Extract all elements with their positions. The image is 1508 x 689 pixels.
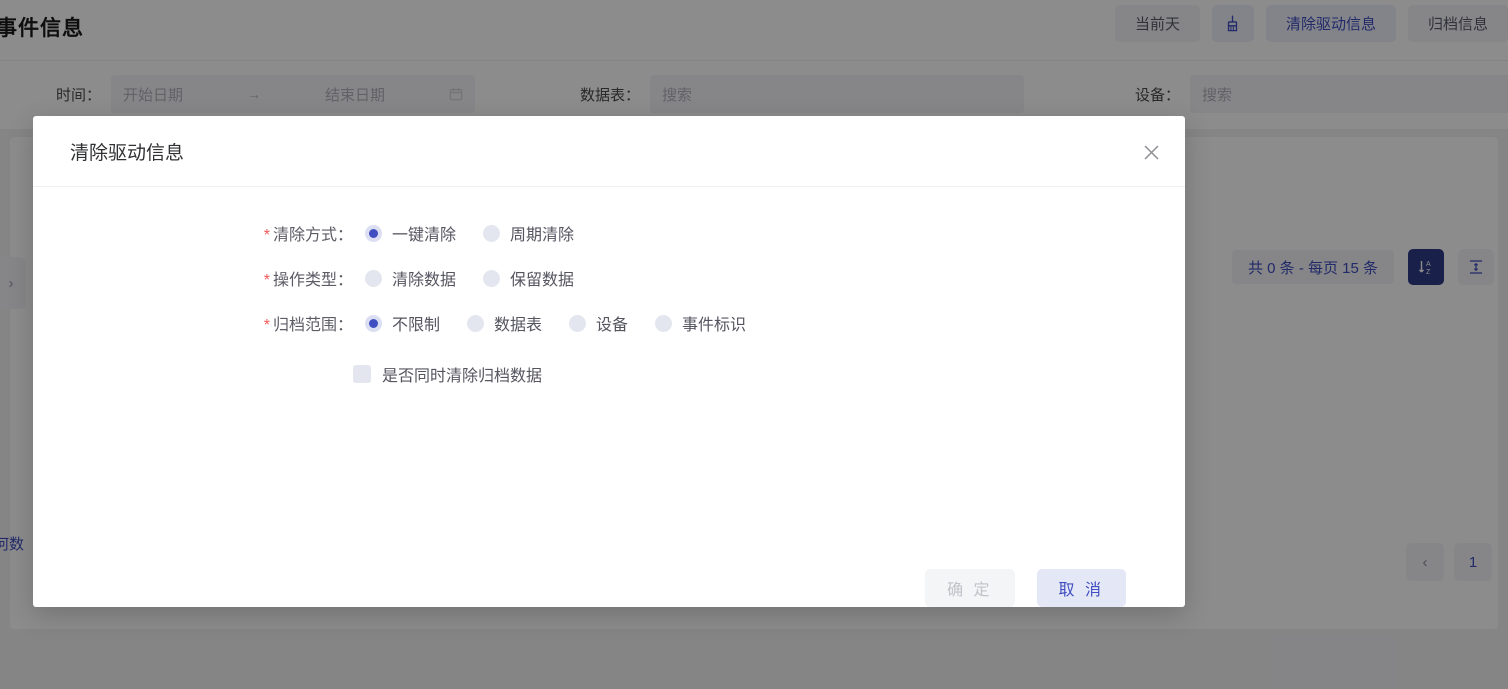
radio-dot-icon (655, 314, 673, 332)
label-operation-type: * 操作类型： (33, 266, 365, 290)
label-text: 操作类型： (272, 272, 353, 289)
radio-label: 保留数据 (510, 272, 575, 289)
radio-label: 清除数据 (392, 272, 457, 289)
radio-label: 一键清除 (392, 227, 457, 244)
radio-label: 周期清除 (510, 227, 575, 244)
form-row-archive-scope: * 归档范围： 不限制 数据表 设备 事件标识 (33, 311, 1185, 335)
label-clear-mode: * 清除方式： (33, 221, 365, 245)
dialog-footer: 确 定 取 消 (925, 569, 1126, 607)
form-row-operation-type: * 操作类型： 清除数据 保留数据 (33, 266, 1185, 290)
label-text: 归档范围： (272, 317, 353, 334)
radio-dot-icon (483, 269, 501, 287)
dialog-header: 清除驱动信息 (33, 116, 1185, 187)
radio-dot-icon (467, 314, 485, 332)
radio-archive-scope-1[interactable]: 数据表 (467, 311, 542, 335)
radio-dot-icon (365, 269, 382, 287)
cancel-button[interactable]: 取 消 (1036, 569, 1126, 607)
radio-label: 不限制 (392, 317, 441, 334)
radio-archive-scope-3[interactable]: 事件标识 (655, 311, 746, 335)
radio-dot-icon (365, 224, 382, 242)
radio-clear-mode-0[interactable]: 一键清除 (365, 221, 456, 245)
form-row-clear-archive-checkbox: 是否同时清除归档数据 (33, 362, 1185, 386)
radio-operation-type-1[interactable]: 保留数据 (483, 266, 574, 290)
form-row-clear-mode: * 清除方式： 一键清除 周期清除 (33, 221, 1185, 245)
close-icon[interactable] (1137, 138, 1165, 166)
close-x-icon (1143, 144, 1159, 160)
required-marker: * (263, 227, 270, 244)
clear-drive-info-dialog: 清除驱动信息 * 清除方式： 一键清除 周期清除 * 操作类型： 清除数据 保留… (33, 116, 1185, 607)
radio-dot-icon (365, 314, 382, 332)
radio-clear-mode-1[interactable]: 周期清除 (483, 221, 574, 245)
options-clear-mode: 一键清除 周期清除 (365, 221, 574, 245)
options-archive-scope: 不限制 数据表 设备 事件标识 (365, 311, 746, 335)
label-archive-scope: * 归档范围： (33, 311, 365, 335)
radio-operation-type-0[interactable]: 清除数据 (365, 266, 456, 290)
radio-label: 设备 (596, 317, 629, 334)
label-text: 清除方式： (272, 227, 353, 244)
radio-archive-scope-0[interactable]: 不限制 (365, 311, 440, 335)
options-operation-type: 清除数据 保留数据 (365, 266, 574, 290)
dialog-body: * 清除方式： 一键清除 周期清除 * 操作类型： 清除数据 保留数据 * 归档… (33, 187, 1185, 607)
radio-label: 事件标识 (682, 317, 747, 334)
clear-archive-checkbox[interactable] (353, 365, 371, 383)
clear-archive-checkbox-label[interactable]: 是否同时清除归档数据 (382, 362, 542, 386)
radio-archive-scope-2[interactable]: 设备 (569, 311, 628, 335)
radio-dot-icon (569, 314, 587, 332)
required-marker: * (263, 317, 270, 334)
radio-label: 数据表 (494, 317, 543, 334)
required-marker: * (263, 272, 270, 289)
confirm-button[interactable]: 确 定 (925, 569, 1015, 607)
dialog-title: 清除驱动信息 (70, 142, 185, 164)
radio-dot-icon (483, 224, 501, 242)
